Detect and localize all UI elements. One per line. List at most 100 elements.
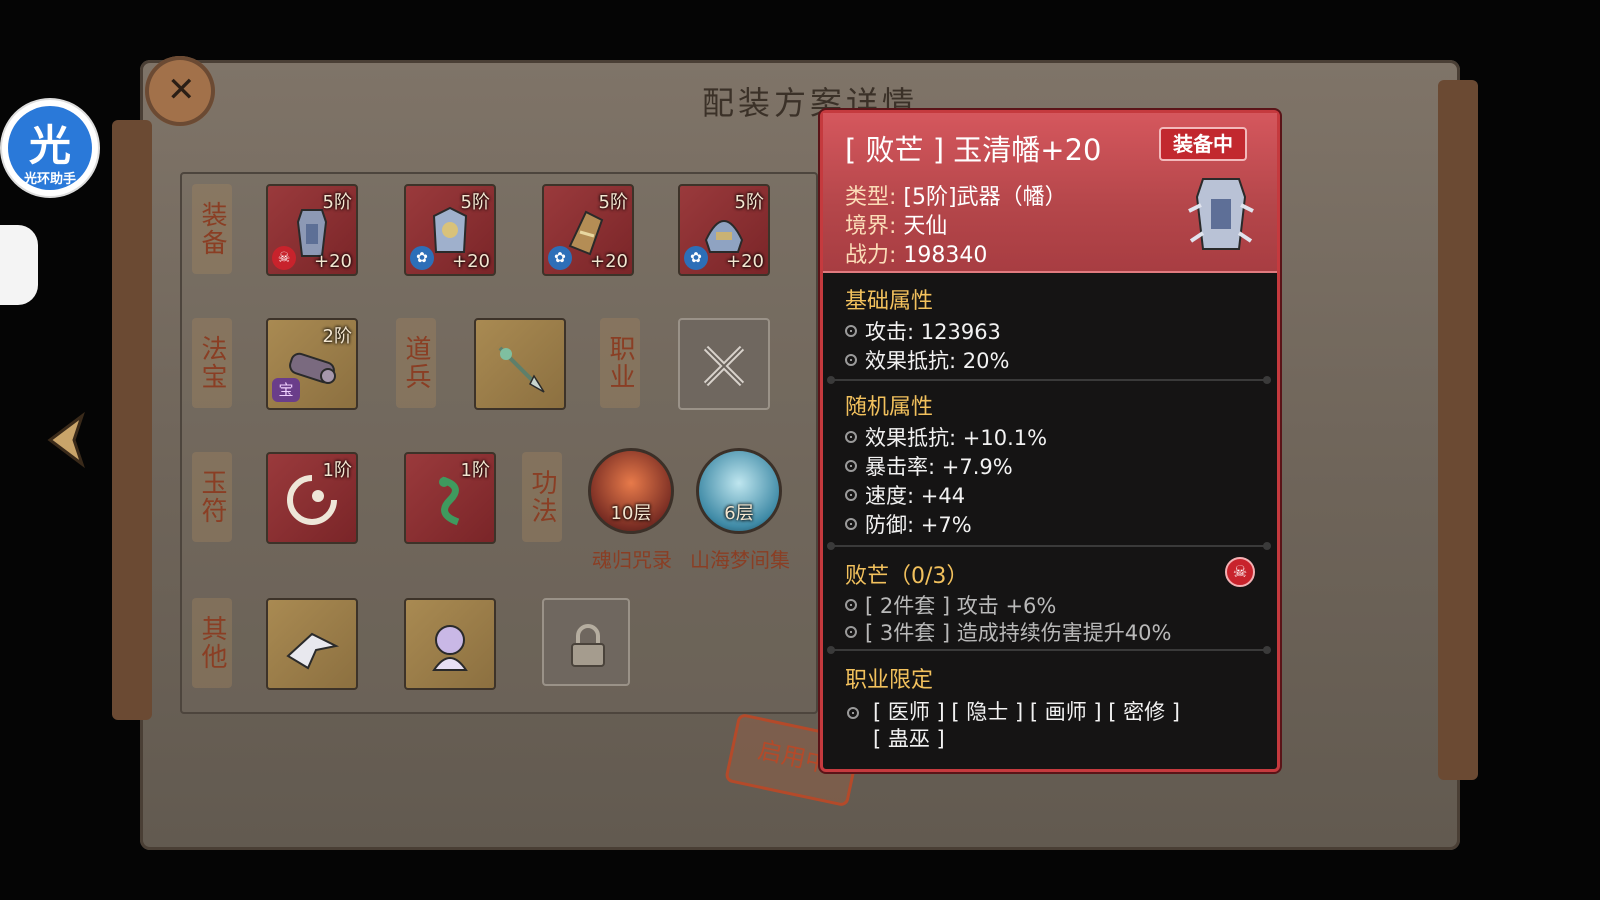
random-stat-line: 暴击率: +7.9% [845, 451, 1013, 481]
set-bonus-line: [ 2件套 ] 攻击 +6% [845, 590, 1056, 620]
panel-right-edge [1438, 80, 1478, 780]
random-stat-text: 防御: +7% [865, 513, 972, 537]
cat-ornament-icon: ✕ [145, 56, 215, 126]
base-stat-line: 攻击: 123963 [845, 316, 1001, 346]
skull-icon: ☠ [1225, 557, 1255, 587]
row-label-technique: 功法 [522, 452, 562, 542]
lock-icon [571, 624, 605, 667]
bullet-icon [845, 626, 857, 638]
equipment-slot-3[interactable]: 5阶 +20 ✿ [542, 184, 634, 276]
random-stat-line: 效果抵抗: +10.1% [845, 422, 1047, 452]
crossed-blades-icon [703, 345, 745, 387]
other-slot-2[interactable] [404, 598, 496, 690]
assistant-glyph: 光 [28, 121, 71, 170]
bullet-icon [845, 354, 857, 366]
bullet-icon [845, 518, 857, 530]
banner-weapon-icon [1188, 178, 1254, 250]
set-bonus-text: [ 2件套 ] 攻击 +6% [865, 594, 1057, 618]
technique-orb-1[interactable]: 10层 [588, 448, 674, 534]
bullet-icon [847, 707, 859, 719]
random-stat-text: 暴击率: +7.9% [865, 455, 1013, 479]
base-stats-title: 基础属性 [845, 289, 934, 314]
section-divider [827, 376, 1271, 384]
equipment-slot-1[interactable]: 5阶 +20 ☠ [266, 184, 358, 276]
set-bonus-text: [ 3件套 ] 造成持续伤害提升40% [865, 621, 1172, 645]
bullet-icon [845, 599, 857, 611]
bullet-icon [845, 489, 857, 501]
profession-slot[interactable] [678, 318, 770, 410]
talisman-slot-2[interactable]: 1阶 [404, 452, 496, 544]
section-divider [827, 646, 1271, 654]
item-type: 类型: [5阶]武器（幡） [845, 179, 1067, 211]
slot-tier: 5阶 [322, 192, 352, 213]
other-slot-locked[interactable] [542, 598, 630, 686]
paper-crane-icon [286, 632, 340, 670]
flower-badge-icon: ✿ [548, 246, 572, 270]
class-limit-title: 职业限定 [845, 668, 934, 693]
assistant-name: 光环助手 [23, 172, 76, 187]
slot-tier: 5阶 [734, 192, 764, 213]
slot-tier: 5阶 [598, 192, 628, 213]
assistant-floating-button[interactable]: 光 光环助手 [2, 100, 98, 196]
random-stat-text: 速度: +44 [865, 484, 966, 508]
other-slot-1[interactable] [266, 598, 358, 690]
class-limit-line-2: [ 蛊巫 ] [873, 727, 945, 751]
slot-enhance: +20 [590, 251, 628, 272]
power-value: 198340 [903, 243, 988, 268]
slot-tier: 1阶 [322, 460, 352, 481]
power-key: 战力: [845, 243, 897, 268]
item-power: 战力: 198340 [845, 237, 987, 269]
equipment-slot-2[interactable]: 5阶 +20 ✿ [404, 184, 496, 276]
item-realm: 境界: 天仙 [845, 208, 947, 240]
soldier-slot[interactable] [474, 318, 566, 410]
bullet-icon [845, 460, 857, 472]
base-stat-text: 攻击: 123963 [865, 320, 1001, 344]
slot-enhance: +20 [314, 251, 352, 272]
slot-tier: 2阶 [322, 326, 352, 347]
base-stat-line: 效果抵抗: 20% [845, 345, 1009, 375]
item-title: [ 败芒 ] 玉清幡+20 [845, 133, 1102, 167]
technique-name-2: 山海梦间集 [690, 548, 790, 572]
random-stat-line: 速度: +44 [845, 480, 965, 510]
realm-key: 境界: [845, 214, 897, 239]
random-stat-text: 效果抵抗: +10.1% [865, 426, 1048, 450]
spirit-companion-icon [432, 625, 468, 671]
item-tooltip: [ 败芒 ] 玉清幡+20 装备中 类型: [5阶]武器（幡） 境界: 天仙 战… [820, 110, 1280, 772]
class-limit-line-1: [ 医师 ] [ 隐士 ] [ 画师 ] [ 密修 ] [873, 700, 1180, 724]
random-stat-line: 防御: +7% [845, 509, 972, 539]
equipment-slot-4[interactable]: 5阶 +20 ✿ [678, 184, 770, 276]
row-label-soldier: 道兵 [396, 318, 436, 408]
type-key: 类型: [845, 185, 897, 210]
technique-layer: 10层 [610, 503, 652, 524]
row-label-treasure: 法宝 [192, 318, 232, 408]
realm-value: 天仙 [903, 214, 948, 239]
bullet-icon [845, 431, 857, 443]
slot-tier: 5阶 [460, 192, 490, 213]
technique-orb-2[interactable]: 6层 [696, 448, 782, 534]
set-bonus-line: [ 3件套 ] 造成持续伤害提升40% [845, 617, 1171, 647]
slot-enhance: +20 [726, 251, 764, 272]
spear-icon [498, 346, 545, 393]
slot-enhance: +20 [452, 251, 490, 272]
panel-left-edge [112, 120, 152, 720]
section-divider [827, 542, 1271, 550]
bullet-icon [845, 325, 857, 337]
treasure-slot[interactable]: 2阶 宝 [266, 318, 358, 410]
flower-badge-icon: ✿ [410, 246, 434, 270]
technique-layer: 6层 [724, 503, 754, 524]
row-label-talisman: 玉符 [192, 452, 232, 542]
row-label-profession: 职业 [600, 318, 640, 408]
talisman-slot-1[interactable]: 1阶 [266, 452, 358, 544]
type-value: [5阶]武器（幡） [903, 185, 1067, 210]
equipped-badge: 装备中 [1159, 127, 1247, 161]
flower-badge-icon: ✿ [684, 246, 708, 270]
technique-name-1: 魂归咒录 [592, 548, 672, 572]
back-arrow-icon[interactable] [42, 410, 92, 470]
skull-icon: ☠ [272, 246, 296, 270]
cat-mascot-icon[interactable] [0, 225, 38, 305]
base-stat-text: 效果抵抗: 20% [865, 349, 1010, 373]
treasure-mark: 宝 [272, 378, 300, 402]
slot-tier: 1阶 [460, 460, 490, 481]
random-stats-title: 随机属性 [845, 395, 934, 420]
row-label-equipment: 装备 [192, 184, 232, 274]
